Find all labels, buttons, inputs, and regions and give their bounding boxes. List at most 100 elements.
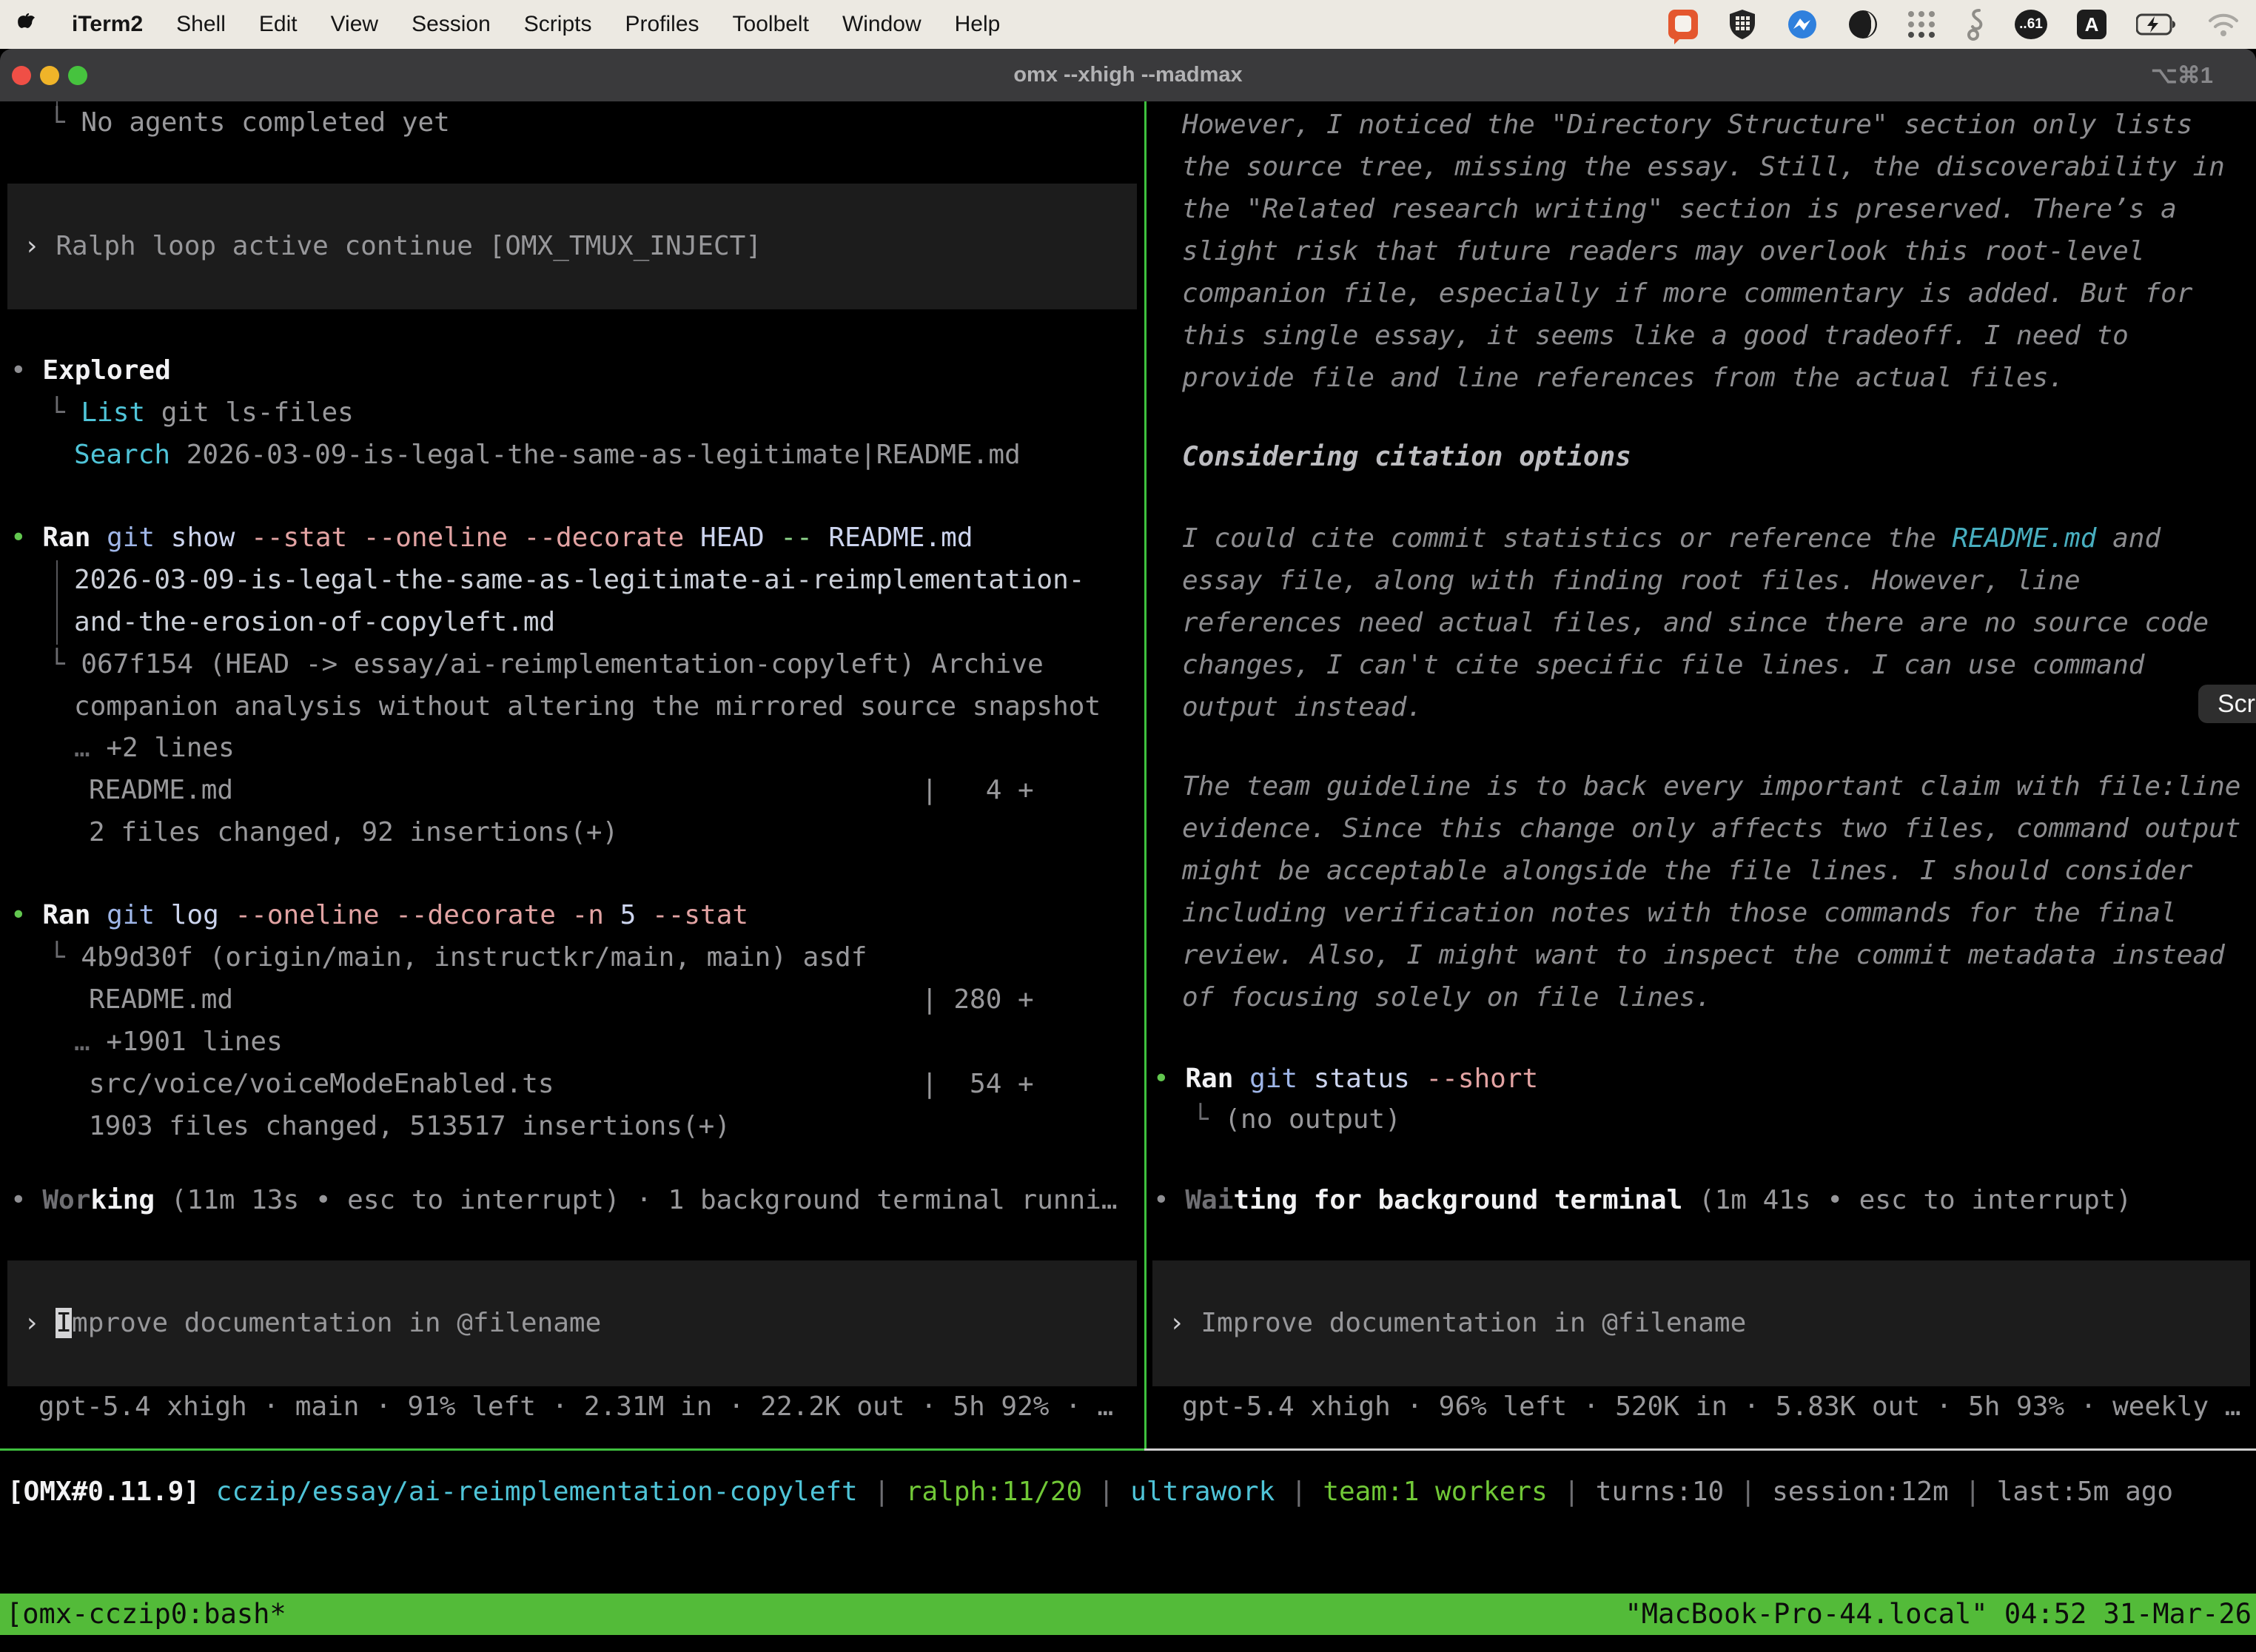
menu-item-window[interactable]: Window — [842, 12, 921, 37]
tree-corner: └ — [49, 942, 81, 973]
tmux-session-window[interactable]: [omx-cczip0:bash* — [6, 1594, 286, 1635]
window-title: omx --xhigh --madmax — [0, 49, 2256, 101]
model-status-line-right: gpt-5.4 xhigh · 96% left · 520K in · 5.8… — [1182, 1386, 2240, 1428]
tree-corner: └ — [49, 397, 81, 428]
reasoning-line: However, I noticed the "Directory Struct… — [1182, 104, 2192, 146]
diffstat-summary: 2 files changed, 92 insertions(+) — [89, 811, 618, 853]
terminal-content: └ No agents completed yet › Ralph loop a… — [0, 101, 2256, 1652]
reasoning-line: including verification notes with those … — [1182, 892, 2177, 934]
percent-badge-icon[interactable]: ..61 — [2015, 10, 2047, 39]
commit-line-wrap: companion analysis without altering the … — [74, 685, 1101, 728]
menu-item-toolbelt[interactable]: Toolbelt — [733, 12, 809, 37]
explored-line: • Explored — [10, 349, 171, 392]
omx-last-activity: last:5m ago — [1997, 1477, 2173, 1507]
tmux-host-clock: "MacBook-Pro-44.local" 04:52 31-Mar-26 — [1625, 1594, 2252, 1635]
omx-mode: ultrawork — [1130, 1477, 1275, 1507]
pane-bottom-border-active — [0, 1448, 1144, 1451]
reasoning-line: might be acceptable alongside the file l… — [1182, 850, 2192, 892]
assistant-app-icon[interactable]: A — [2077, 10, 2106, 39]
omx-turns: turns:10 — [1596, 1477, 1724, 1507]
omx-version-badge: [OMX#0.11.9] — [7, 1477, 200, 1507]
reasoning-line: essay file, along with finding root file… — [1182, 560, 2081, 602]
prompt-chevron-icon: › — [24, 231, 56, 261]
waiting-status-line: • Waiting for background terminal (1m 41… — [1153, 1179, 2132, 1221]
bullet-icon: • — [10, 1185, 42, 1215]
menu-item-help[interactable]: Help — [955, 12, 1001, 37]
reasoning-line: slight risk that future readers may over… — [1182, 230, 2144, 272]
reasoning-line: output instead. — [1182, 686, 1423, 728]
omx-session-time: session:12m — [1772, 1477, 1948, 1507]
commit-line: └ 4b9d30f (origin/main, instructkr/main,… — [49, 936, 867, 978]
window-title-bar: omx --xhigh --madmax ⌥⌘1 — [0, 49, 2256, 101]
omx-ralph-counter: ralph:11/20 — [906, 1477, 1082, 1507]
reasoning-line: this single essay, it seems like a good … — [1182, 315, 2129, 357]
tmux-status-bar: [omx-cczip0:bash* "MacBook-Pro-44.local"… — [0, 1594, 2256, 1635]
prompt-chevron-icon: › — [24, 1308, 56, 1338]
menu-item-iterm2[interactable]: iTerm2 — [72, 12, 143, 37]
prompt-chevron-icon: › — [1169, 1308, 1201, 1338]
bullet-icon: • — [10, 900, 42, 930]
list-tool-line: └ List git ls-files — [49, 392, 354, 434]
reasoning-line: The team guideline is to back every impo… — [1182, 765, 2240, 807]
bullet-icon: • — [10, 355, 42, 386]
bullet-icon: • — [1153, 1064, 1185, 1094]
menu-item-edit[interactable]: Edit — [259, 12, 298, 37]
battery-icon[interactable] — [2136, 13, 2178, 36]
diffstat-summary: 1903 files changed, 513517 insertions(+) — [89, 1105, 731, 1147]
reasoning-heading: Considering citation options — [1182, 436, 1631, 478]
bullet-icon: • — [10, 523, 42, 553]
menu-item-scripts[interactable]: Scripts — [524, 12, 592, 37]
reasoning-line: review. Also, I might want to inspect th… — [1182, 934, 2225, 976]
omx-branch-path: cczip/essay/ai-reimplementation-copyleft — [216, 1477, 858, 1507]
apple-menu-icon[interactable] — [16, 13, 36, 36]
squiggle-icon[interactable] — [1966, 8, 1985, 41]
messenger-icon[interactable] — [1787, 9, 1818, 40]
input-draft-text: Improve documentation in @filename — [1201, 1308, 1746, 1338]
menu-status-icons: ..61 A — [1668, 8, 2240, 41]
chat-app-icon[interactable] — [1668, 10, 1698, 39]
prompt-input-left[interactable]: › Improve documentation in @filename — [7, 1260, 1137, 1386]
model-status-line-left: gpt-5.4 xhigh · main · 91% left · 2.31M … — [38, 1386, 1113, 1428]
ran-git-log-line: • Ran git log --oneline --decorate -n 5 … — [10, 894, 748, 936]
menu-item-shell[interactable]: Shell — [176, 12, 226, 37]
dots-grid-icon[interactable] — [1908, 10, 1936, 38]
reasoning-line: references need actual files, and since … — [1182, 602, 2209, 644]
text-cursor: I — [56, 1308, 72, 1338]
window-shortcut-badge: ⌥⌘1 — [2151, 49, 2213, 101]
macos-menu-bar: iTerm2 Shell Edit View Session Scripts P… — [0, 0, 2256, 49]
readme-link[interactable]: README.md — [1952, 523, 2096, 554]
tree-corner: └ — [49, 107, 81, 138]
screen: iTerm2 Shell Edit View Session Scripts P… — [0, 0, 2256, 1652]
menu-item-profiles[interactable]: Profiles — [625, 12, 699, 37]
ran-git-status-line: • Ran git status --short — [1153, 1058, 1538, 1100]
pie-crescent-icon[interactable] — [1847, 9, 1879, 40]
reasoning-line: companion file, especially if more comme… — [1182, 272, 2192, 315]
shield-grid-icon[interactable] — [1728, 9, 1757, 40]
no-output-line: └ (no output) — [1192, 1098, 1401, 1141]
menu-item-view[interactable]: View — [331, 12, 378, 37]
reasoning-line: evidence. Since this change only affects… — [1182, 807, 2240, 850]
more-lines-indicator[interactable]: … +2 lines — [74, 727, 235, 769]
right-pane: However, I noticed the "Directory Struct… — [1147, 101, 2256, 1448]
commit-line: └ 067f154 (HEAD -> essay/ai-reimplementa… — [49, 643, 1044, 685]
ran-git-show-line: • Ran git show --stat --oneline --decora… — [10, 517, 973, 559]
working-status-line: • Working (11m 13s • esc to interrupt) ·… — [10, 1179, 1118, 1221]
prompt-input-right[interactable]: › Improve documentation in @filename — [1152, 1260, 2250, 1386]
diffstat-line: README.md| 280 + — [89, 978, 1144, 1021]
tree-corner: └ — [1192, 1104, 1224, 1135]
filename-wrap-line: 2026-03-09-is-legal-the-same-as-legitima… — [74, 559, 1084, 601]
more-lines-indicator[interactable]: … +1901 lines — [74, 1021, 283, 1063]
filename-wrap-line: and-the-erosion-of-copyleft.md — [74, 601, 555, 643]
reasoning-line: provide file and line references from th… — [1182, 357, 2064, 399]
wifi-icon[interactable] — [2207, 12, 2240, 37]
diffstat-line: README.md| 4 + — [89, 769, 1144, 811]
diffstat-line: src/voice/voiceModeEnabled.ts| 54 + — [89, 1063, 1144, 1105]
screen-share-overlay-button[interactable]: Scre — [2198, 685, 2256, 723]
ralph-loop-banner[interactable]: › Ralph loop active continue [OMX_TMUX_I… — [7, 184, 1137, 309]
reasoning-line: changes, I can't cite specific file line… — [1182, 644, 2144, 686]
no-agents-line: └ No agents completed yet — [49, 101, 450, 144]
bullet-icon: • — [1153, 1185, 1185, 1215]
pane-bottom-border-inactive — [1144, 1448, 2256, 1451]
menu-item-session[interactable]: Session — [412, 12, 491, 37]
omx-team-workers: team:1 workers — [1323, 1477, 1547, 1507]
